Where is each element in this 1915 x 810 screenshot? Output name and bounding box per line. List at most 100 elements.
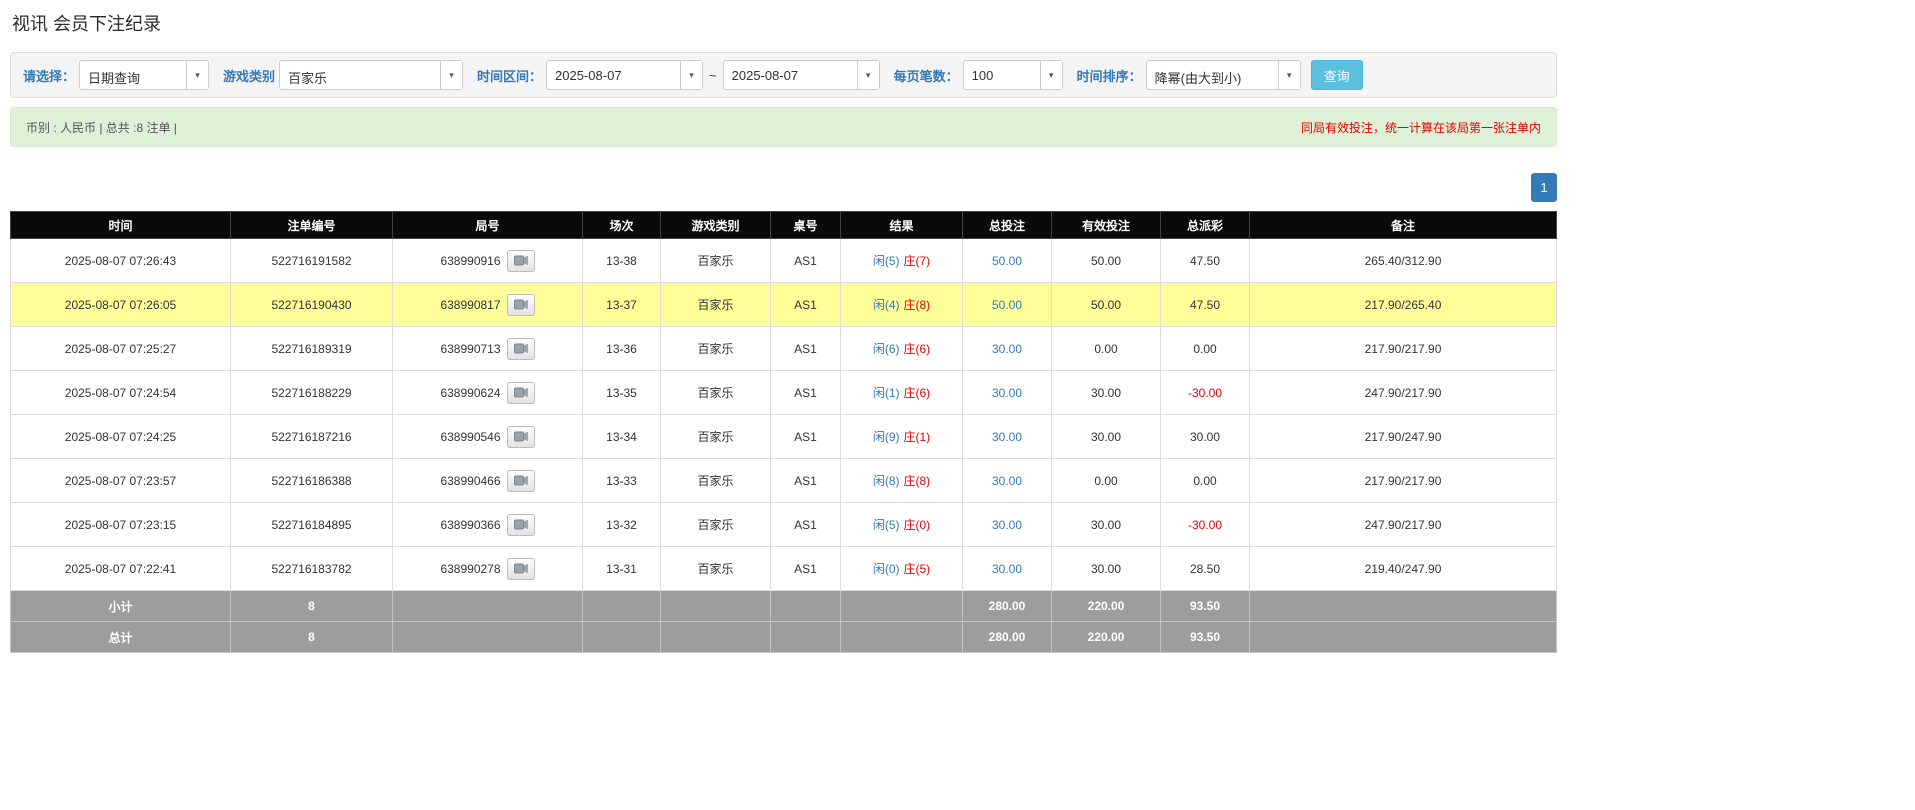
date-from-value: 2025-08-07 bbox=[547, 61, 680, 89]
date-to-picker[interactable]: 2025-08-07 ▾ bbox=[723, 60, 880, 90]
table-row: 2025-08-07 07:23:57 522716186388 6389904… bbox=[11, 459, 1557, 503]
notice-text: 同局有效投注，统一计算在该局第一张注单内 bbox=[1301, 119, 1541, 136]
result-banker: 庄(1) bbox=[904, 430, 931, 444]
cell-payout: -30.00 bbox=[1161, 503, 1250, 547]
view-video-button[interactable] bbox=[507, 470, 535, 492]
cell-valid-bet: 30.00 bbox=[1052, 371, 1161, 415]
cell-note: 247.90/217.90 bbox=[1250, 371, 1557, 415]
video-icon bbox=[514, 299, 528, 310]
total-empty-cell bbox=[771, 622, 841, 653]
cell-note: 219.40/247.90 bbox=[1250, 547, 1557, 591]
video-icon bbox=[514, 255, 528, 266]
cell-table-no: AS1 bbox=[771, 547, 841, 591]
currency-total-text: 币别 : 人民币 | 总共 :8 注单 | bbox=[26, 119, 177, 136]
cell-payout: 30.00 bbox=[1161, 415, 1250, 459]
chevron-down-icon: ▾ bbox=[857, 61, 879, 89]
cell-total-bet: 30.00 bbox=[963, 503, 1052, 547]
cell-note: 217.90/217.90 bbox=[1250, 327, 1557, 371]
cell-valid-bet: 30.00 bbox=[1052, 415, 1161, 459]
cell-table-no: AS1 bbox=[771, 503, 841, 547]
result-banker: 庄(7) bbox=[904, 254, 931, 268]
cell-game-type: 百家乐 bbox=[661, 371, 771, 415]
game-type-label: 游戏类别 bbox=[223, 66, 275, 85]
cell-bet-id: 522716188229 bbox=[231, 371, 393, 415]
cell-result: 闲(5) 庄(7) bbox=[841, 239, 963, 283]
round-number: 638990466 bbox=[440, 474, 500, 488]
game-type-select[interactable]: 百家乐 ▾ bbox=[279, 60, 463, 90]
table-row: 2025-08-07 07:22:41 522716183782 6389902… bbox=[11, 547, 1557, 591]
total-bet-link[interactable]: 30.00 bbox=[992, 430, 1022, 444]
result-player: 闲(5) bbox=[873, 254, 900, 268]
total-bet-link[interactable]: 30.00 bbox=[992, 562, 1022, 576]
view-video-button[interactable] bbox=[507, 558, 535, 580]
table-header-row: 时间 注单编号 局号 场次 游戏类别 桌号 结果 总投注 有效投注 总派彩 备注 bbox=[11, 212, 1557, 239]
result-banker: 庄(0) bbox=[904, 518, 931, 532]
header-session: 场次 bbox=[583, 212, 661, 239]
table-row: 2025-08-07 07:24:25 522716187216 6389905… bbox=[11, 415, 1557, 459]
round-number: 638990366 bbox=[440, 518, 500, 532]
cell-valid-bet: 50.00 bbox=[1052, 239, 1161, 283]
view-video-button[interactable] bbox=[507, 426, 535, 448]
search-button[interactable]: 查询 bbox=[1311, 60, 1363, 90]
cell-note: 217.90/247.90 bbox=[1250, 415, 1557, 459]
view-video-button[interactable] bbox=[507, 514, 535, 536]
round-number: 638990713 bbox=[440, 342, 500, 356]
cell-game-type: 百家乐 bbox=[661, 459, 771, 503]
total-empty-cell bbox=[1250, 622, 1557, 653]
result-player: 闲(9) bbox=[873, 430, 900, 444]
cell-bet-id: 522716186388 bbox=[231, 459, 393, 503]
query-type-select[interactable]: 日期查询 ▾ bbox=[79, 60, 209, 90]
cell-game-type: 百家乐 bbox=[661, 239, 771, 283]
round-number: 638990278 bbox=[440, 562, 500, 576]
total-bet-link[interactable]: 30.00 bbox=[992, 518, 1022, 532]
subtotal-empty-cell bbox=[841, 591, 963, 622]
cell-session: 13-36 bbox=[583, 327, 661, 371]
cell-result: 闲(4)庄(8) bbox=[841, 283, 963, 327]
pagination-page-1[interactable]: 1 bbox=[1531, 173, 1557, 202]
video-icon bbox=[514, 343, 528, 354]
cell-session: 13-34 bbox=[583, 415, 661, 459]
subtotal-count: 8 bbox=[231, 591, 393, 622]
total-bet-link[interactable]: 50.00 bbox=[992, 298, 1022, 312]
header-table-no: 桌号 bbox=[771, 212, 841, 239]
cell-session: 13-38 bbox=[583, 239, 661, 283]
page-size-select[interactable]: 100 ▾ bbox=[963, 60, 1063, 90]
round-number: 638990916 bbox=[440, 254, 500, 268]
view-video-button[interactable] bbox=[507, 250, 535, 272]
result-banker: 庄(8) bbox=[904, 474, 931, 488]
date-from-picker[interactable]: 2025-08-07 ▾ bbox=[546, 60, 703, 90]
total-empty-cell bbox=[661, 622, 771, 653]
cell-game-type: 百家乐 bbox=[661, 547, 771, 591]
cell-table-no: AS1 bbox=[771, 415, 841, 459]
cell-round: 638990466 bbox=[393, 459, 583, 503]
view-video-button[interactable] bbox=[507, 338, 535, 360]
total-empty-cell bbox=[841, 622, 963, 653]
subtotal-empty-cell bbox=[1250, 591, 1557, 622]
cell-game-type: 百家乐 bbox=[661, 415, 771, 459]
total-payout: 93.50 bbox=[1161, 622, 1250, 653]
sort-order-select[interactable]: 降幂(由大到小) ▾ bbox=[1146, 60, 1301, 90]
cell-total-bet: 50.00 bbox=[963, 283, 1052, 327]
filter-bar: 请选择： 日期查询 ▾ 游戏类别 百家乐 ▾ 时间区间： 2025-08-07 … bbox=[10, 52, 1557, 98]
total-bet-link[interactable]: 50.00 bbox=[992, 254, 1022, 268]
cell-bet-id: 522716191582 bbox=[231, 239, 393, 283]
total-empty-cell bbox=[583, 622, 661, 653]
cell-result: 闲(0)庄(5) bbox=[841, 547, 963, 591]
total-bet-link[interactable]: 30.00 bbox=[992, 474, 1022, 488]
view-video-button[interactable] bbox=[507, 382, 535, 404]
subtotal-valid-bet: 220.00 bbox=[1052, 591, 1161, 622]
cell-payout: 0.00 bbox=[1161, 459, 1250, 503]
result-banker: 庄(5) bbox=[904, 562, 931, 576]
cell-bet-id: 522716190430 bbox=[231, 283, 393, 327]
total-bet-link[interactable]: 30.00 bbox=[992, 386, 1022, 400]
table-body: 2025-08-07 07:26:43 522716191582 6389909… bbox=[11, 239, 1557, 591]
chevron-down-icon: ▾ bbox=[186, 61, 208, 89]
cell-total-bet: 30.00 bbox=[963, 327, 1052, 371]
view-video-button[interactable] bbox=[507, 294, 535, 316]
total-bet-link[interactable]: 30.00 bbox=[992, 342, 1022, 356]
cell-valid-bet: 30.00 bbox=[1052, 503, 1161, 547]
video-icon bbox=[514, 563, 528, 574]
cell-total-bet: 30.00 bbox=[963, 459, 1052, 503]
cell-session: 13-31 bbox=[583, 547, 661, 591]
cell-result: 闲(5)庄(0) bbox=[841, 503, 963, 547]
